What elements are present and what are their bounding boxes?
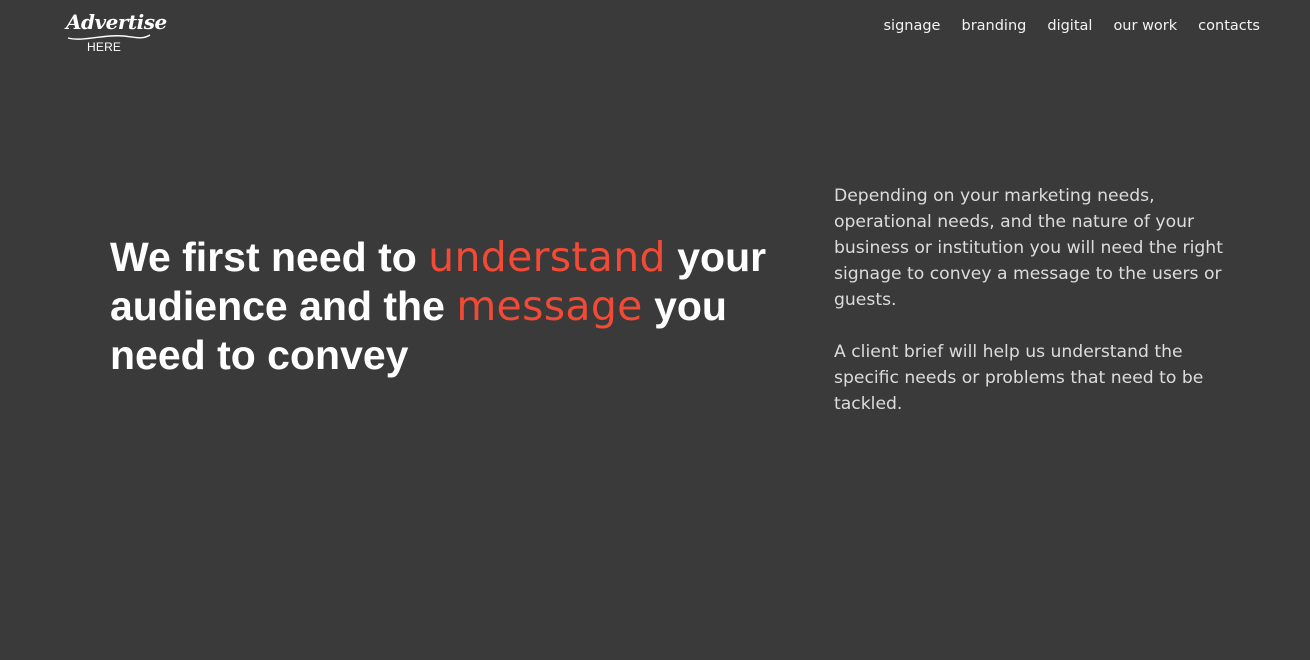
nav-item-contacts[interactable]: contacts <box>1198 18 1260 34</box>
description-block: Depending on your marketing needs, opera… <box>834 183 1234 443</box>
nav-item-signage[interactable]: signage <box>883 18 940 34</box>
nav-item-our-work[interactable]: our work <box>1113 18 1177 34</box>
logo[interactable]: Advertise HERE <box>64 10 167 56</box>
main-nav: signage branding digital our work contac… <box>883 18 1260 34</box>
headline-accent-understand: understand <box>428 233 666 281</box>
nav-item-digital[interactable]: digital <box>1047 18 1092 34</box>
headline-accent-message: message <box>456 282 643 330</box>
logo-script-text: Advertise <box>66 10 167 34</box>
nav-item-branding[interactable]: branding <box>961 18 1026 34</box>
hero-headline: We first need to understand your audienc… <box>110 233 790 380</box>
description-paragraph-2: A client brief will help us understand t… <box>834 342 1204 414</box>
logo-sub-text: HERE <box>87 40 122 54</box>
headline-text-1: We first need to <box>110 234 429 280</box>
description-paragraph-1: Depending on your marketing needs, opera… <box>834 186 1223 310</box>
